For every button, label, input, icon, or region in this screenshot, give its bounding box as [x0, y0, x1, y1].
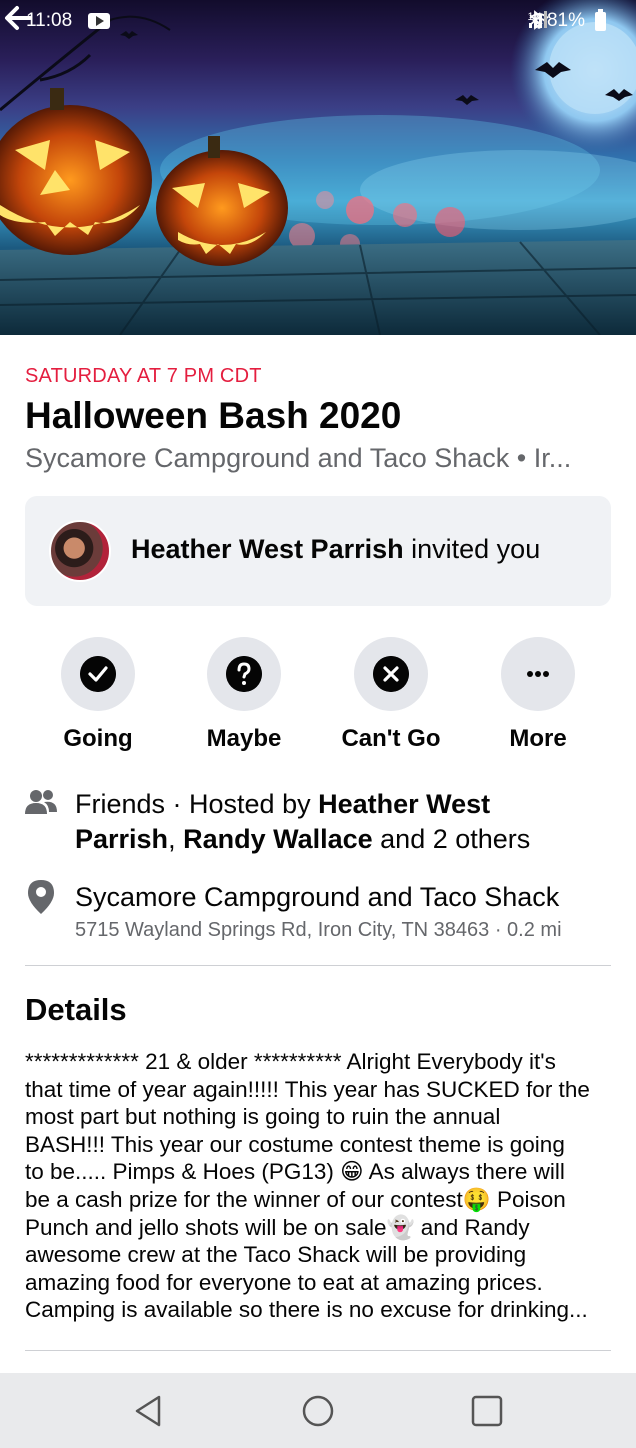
location-name[interactable]: Sycamore Campground and Taco Shack: [75, 880, 615, 915]
host-randy-wallace[interactable]: Randy Wallace: [183, 824, 373, 854]
status-indicators: 1X 81%: [528, 8, 606, 32]
invite-text: Heather West Parrish invited you: [131, 534, 540, 565]
back-arrow-icon[interactable]: [0, 0, 40, 36]
details-line: ************* 21 & older ********** Alri…: [25, 1049, 556, 1074]
going-label: Going: [63, 725, 133, 752]
battery-percent: 81%: [546, 10, 585, 31]
maybe-circle[interactable]: [207, 637, 281, 711]
details-line: Punch and jello shots will be on sale👻 a…: [25, 1214, 530, 1240]
check-icon: [80, 656, 116, 692]
status-bar: 11:08 1X 81%: [0, 0, 636, 44]
system-navigation-bar: [0, 1373, 636, 1448]
going-button[interactable]: Going: [23, 637, 173, 753]
halloween-scene-illustration: [0, 0, 636, 335]
maybe-button[interactable]: Maybe: [169, 637, 319, 753]
signal-icon: [528, 11, 547, 28]
hosts-text: Friends · Hosted by Heather West Parrish…: [75, 787, 615, 857]
details-line: that time of year again!!!!! This year h…: [25, 1076, 590, 1102]
event-title: Halloween Bash 2020: [25, 395, 402, 436]
details-text[interactable]: ************* 21 & older ********** Alri…: [25, 1048, 615, 1324]
battery-icon: [595, 8, 606, 31]
maybe-label: Maybe: [206, 725, 282, 752]
location-pin-icon: [28, 880, 54, 914]
inviter-name[interactable]: Heather West Parrish: [131, 534, 404, 564]
details-line: BASH!!! This year our costume contest th…: [25, 1131, 565, 1157]
details-line: Camping is available so there is no excu…: [25, 1297, 588, 1323]
host-parrish[interactable]: Parrish: [75, 824, 168, 854]
nav-back-icon[interactable]: [129, 1393, 169, 1429]
friends-icon: [25, 790, 57, 814]
details-heading: Details: [25, 992, 127, 1027]
invite-card[interactable]: Heather West Parrish invited you: [25, 496, 611, 606]
going-circle[interactable]: [61, 637, 135, 711]
hosts-suffix[interactable]: and 2 others: [373, 824, 530, 854]
details-line: to be..... Pimps & Hoes (PG13) 😁 As alwa…: [25, 1159, 565, 1185]
more-button[interactable]: More: [463, 637, 613, 753]
event-place-line[interactable]: Sycamore Campground and Taco Shack • Ir.…: [25, 443, 615, 474]
cant-go-label: Can't Go: [341, 725, 441, 752]
host-heather-west[interactable]: Heather West: [318, 789, 490, 819]
section-divider: [25, 965, 611, 966]
hosts-separator: ,: [168, 824, 184, 854]
x-icon: [373, 656, 409, 692]
details-line: be a cash prize for the winner of our co…: [25, 1186, 566, 1212]
rsvp-buttons: Going Maybe Can't Go More: [0, 637, 636, 757]
more-icon: [527, 671, 549, 677]
cant-go-circle[interactable]: [354, 637, 428, 711]
more-circle[interactable]: [501, 637, 575, 711]
location-address[interactable]: 5715 Wayland Springs Rd, Iron City, TN 3…: [75, 919, 562, 942]
question-icon: [226, 656, 262, 692]
bottom-divider: [25, 1350, 611, 1351]
cant-go-button[interactable]: Can't Go: [316, 637, 466, 753]
nav-home-icon[interactable]: [298, 1393, 338, 1429]
event-cover-image: 11:08 1X 81%: [0, 0, 636, 335]
more-label: More: [509, 725, 567, 752]
details-line: amazing food for everyone to eat at amaz…: [25, 1269, 543, 1295]
details-line: most part but nothing is going to ruin t…: [25, 1104, 501, 1130]
details-line: awesome crew at the Taco Shack will be p…: [25, 1242, 527, 1268]
media-notification-icon: [88, 13, 110, 29]
hosts-prefix: Friends · Hosted by: [75, 789, 319, 819]
inviter-avatar[interactable]: [49, 520, 111, 582]
event-datetime: SATURDAY AT 7 PM CDT: [25, 365, 262, 387]
invite-suffix: invited you: [403, 534, 541, 564]
nav-recents-icon[interactable]: [467, 1393, 507, 1429]
